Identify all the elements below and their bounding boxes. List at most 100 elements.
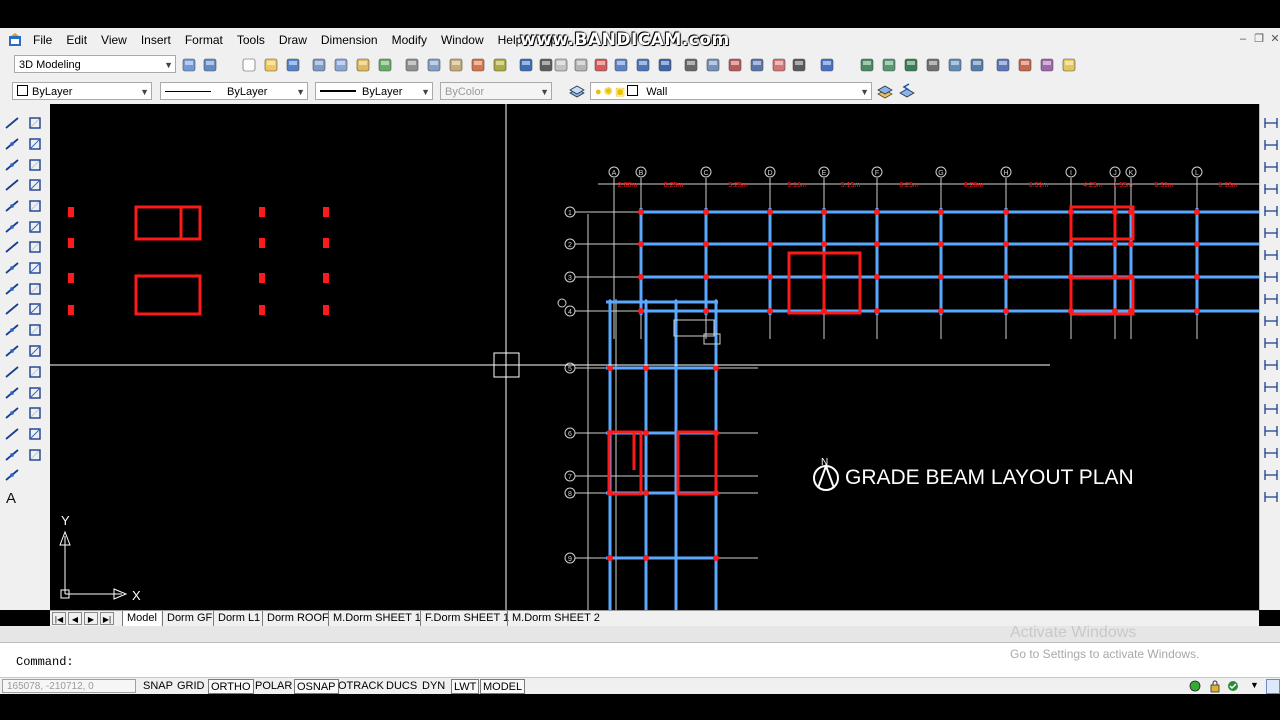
quick-leader-icon[interactable] (1262, 356, 1280, 374)
menu-format[interactable]: Format (178, 28, 230, 52)
ellipse-icon[interactable] (3, 300, 21, 318)
rectangle-icon[interactable] (3, 197, 21, 215)
plot-icon[interactable] (310, 56, 328, 74)
drawing-canvas[interactable]: A B C D E F G H I J K L 2.88m 8.25m 5.25m 5.16m 5.15m 6.2… (50, 104, 1259, 610)
cut-icon[interactable] (403, 56, 421, 74)
jogged-dim-icon[interactable] (1262, 224, 1280, 242)
match-properties-icon[interactable] (469, 56, 487, 74)
layer-manager-icon[interactable] (568, 82, 586, 100)
aligned-dim-icon[interactable] (1262, 136, 1280, 154)
lights-icon[interactable] (1060, 56, 1078, 74)
linear-dim-icon[interactable] (1262, 114, 1280, 132)
break-icon[interactable] (26, 363, 44, 381)
status-grid-button[interactable]: GRID (175, 679, 207, 694)
status-osnap-button[interactable]: OSNAP (294, 679, 339, 694)
3d-dwf-icon[interactable] (376, 56, 394, 74)
properties-icon[interactable] (682, 56, 700, 74)
circle-icon[interactable] (3, 238, 21, 256)
layer-previous-icon[interactable] (898, 82, 916, 100)
chamfer-icon[interactable] (26, 404, 44, 422)
tool-palettes-icon[interactable] (726, 56, 744, 74)
hatch-icon[interactable] (3, 404, 21, 422)
last-tab-icon[interactable]: ▶| (100, 612, 114, 625)
status-dyn-button[interactable]: DYN (420, 679, 447, 694)
tab-model[interactable]: Model (122, 611, 161, 626)
walk-icon[interactable] (946, 56, 964, 74)
chevron-down-icon[interactable]: ▼ (1250, 680, 1259, 690)
region-icon[interactable] (3, 446, 21, 464)
stretch-icon[interactable] (26, 280, 44, 298)
dim-update-icon[interactable] (1262, 466, 1280, 484)
table-icon[interactable] (3, 466, 21, 484)
join-icon[interactable] (26, 384, 44, 402)
continuous-orbit-icon[interactable] (902, 56, 920, 74)
menu-window[interactable]: Window (434, 28, 491, 52)
status-snap-button[interactable]: SNAP (141, 679, 175, 694)
undo-icon[interactable] (517, 56, 535, 74)
workspace-select[interactable]: 3D Modeling ▼ (14, 55, 176, 73)
paste-icon[interactable] (447, 56, 465, 74)
trim-icon[interactable] (26, 300, 44, 318)
ordinate-dim-icon[interactable] (1262, 180, 1280, 198)
orbit-icon[interactable] (858, 56, 876, 74)
my-workspace-icon[interactable] (201, 56, 219, 74)
status-lwt-button[interactable]: LWT (451, 679, 480, 694)
menu-modify[interactable]: Modify (385, 28, 434, 52)
publish-icon[interactable] (354, 56, 372, 74)
layer-select[interactable]: ● ✺ ▣ Wall ▼ (590, 82, 872, 100)
linetype-select[interactable]: ByLayer ▼ (160, 82, 308, 100)
close-icon[interactable]: ✕ (1268, 32, 1280, 46)
dim-edit-icon[interactable] (1262, 422, 1280, 440)
tab-dorm-l1[interactable]: Dorm L1 (213, 611, 264, 626)
status-polar-button[interactable]: POLAR (253, 679, 294, 694)
status-model-button[interactable]: MODEL (480, 679, 526, 694)
make-block-icon[interactable] (3, 363, 21, 381)
clean-screen-icon[interactable] (1266, 679, 1280, 694)
materials-icon[interactable] (1038, 56, 1056, 74)
status-otrack-button[interactable]: OTRACK (336, 679, 386, 694)
pan-icon[interactable] (592, 56, 610, 74)
fillet-icon[interactable] (26, 425, 44, 443)
tab-m-dorm-sheet-1[interactable]: M.Dorm SHEET 1 (328, 611, 425, 626)
ellipse-arc-icon[interactable] (3, 321, 21, 339)
sheet-set-icon[interactable] (748, 56, 766, 74)
radius-dim-icon[interactable] (1262, 202, 1280, 220)
tab-dorm-roof[interactable]: Dorm ROOF (262, 611, 333, 626)
tray-settings-icon[interactable] (1188, 679, 1202, 693)
angular-dim-icon[interactable] (1262, 268, 1280, 286)
comm-center-icon[interactable] (1226, 679, 1240, 693)
tolerance-icon[interactable] (1262, 378, 1280, 396)
free-orbit-icon[interactable] (880, 56, 898, 74)
workspace-settings-icon[interactable] (180, 56, 198, 74)
open-icon[interactable] (262, 56, 280, 74)
rotate-icon[interactable] (26, 238, 44, 256)
polygon-icon[interactable] (3, 176, 21, 194)
menu-view[interactable]: View (94, 28, 134, 52)
color-select[interactable]: ByLayer ▼ (12, 82, 152, 100)
scale-icon[interactable] (26, 259, 44, 277)
zoom-previous-icon[interactable] (656, 56, 674, 74)
copy-object-icon[interactable] (26, 135, 44, 153)
make-current-layer-icon[interactable] (876, 82, 894, 100)
render-icon[interactable] (1016, 56, 1034, 74)
break-point-icon[interactable] (26, 342, 44, 360)
tab-dorm-gf[interactable]: Dorm GF (162, 611, 216, 626)
calculator-icon[interactable] (790, 56, 808, 74)
arc-length-icon[interactable] (1262, 158, 1280, 176)
restore-icon[interactable]: ❐ (1252, 32, 1266, 46)
continue-dim-icon[interactable] (1262, 334, 1280, 352)
copy-icon[interactable] (425, 56, 443, 74)
minimize-icon[interactable]: ‒ (1236, 32, 1250, 46)
markup-icon[interactable] (770, 56, 788, 74)
status-ducs-button[interactable]: DUCS (384, 679, 419, 694)
lock-icon[interactable] (1208, 679, 1222, 693)
move-icon[interactable] (26, 218, 44, 236)
zoom-window-icon[interactable] (634, 56, 652, 74)
point-icon[interactable] (3, 384, 21, 402)
first-tab-icon[interactable]: |◀ (52, 612, 66, 625)
camera-icon[interactable] (924, 56, 942, 74)
spline-icon[interactable] (3, 280, 21, 298)
menu-tools[interactable]: Tools (230, 28, 272, 52)
menu-edit[interactable]: Edit (59, 28, 94, 52)
tab-m-dorm-sheet-2[interactable]: M.Dorm SHEET 2 (507, 611, 604, 626)
